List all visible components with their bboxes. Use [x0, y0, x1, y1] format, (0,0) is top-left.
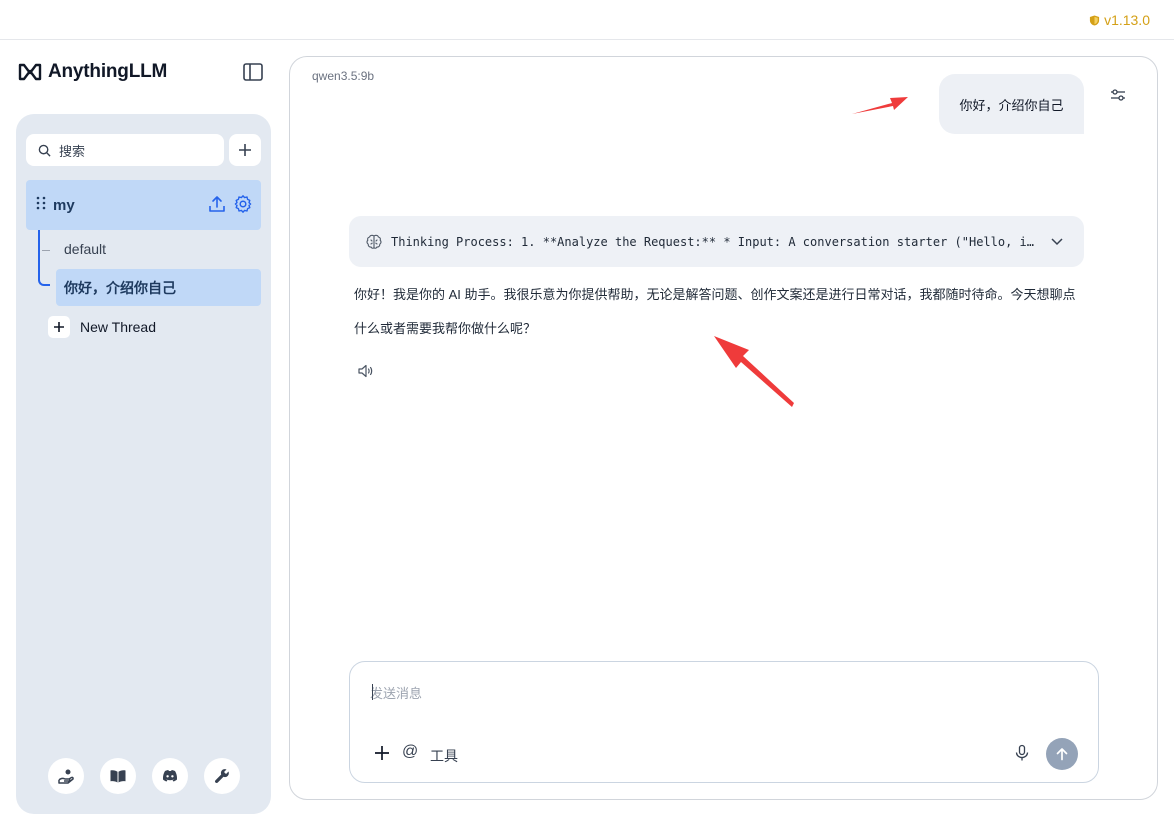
- gear-icon[interactable]: [233, 194, 253, 214]
- settings-wrench-button[interactable]: [204, 758, 240, 794]
- discord-icon: [162, 770, 178, 782]
- chevron-down-icon: [1051, 238, 1063, 246]
- speaker-icon[interactable]: [357, 362, 375, 380]
- workspace-name: my: [53, 197, 75, 214]
- annotation-arrow-reply: [714, 336, 794, 407]
- chat-settings-sliders-icon[interactable]: [1108, 85, 1128, 105]
- thinking-summary: Thinking Process: 1. **Analyze the Reque…: [391, 234, 1041, 249]
- docs-button[interactable]: [100, 758, 136, 794]
- microphone-icon[interactable]: [1013, 744, 1031, 762]
- annotation-arrow-user: [852, 97, 908, 114]
- logo: AnythingLLM: [18, 60, 167, 84]
- send-button[interactable]: [1046, 738, 1078, 770]
- thread-item-active[interactable]: 你好，介绍你自己: [56, 269, 261, 306]
- message-composer: @ 工具: [349, 661, 1099, 783]
- version-badge[interactable]: v1.13.0: [1089, 12, 1150, 28]
- thinking-process-toggle[interactable]: Thinking Process: 1. **Analyze the Reque…: [349, 216, 1084, 267]
- brain-icon: [366, 234, 382, 249]
- docs-book-icon: [110, 770, 126, 783]
- user-message-bubble: 你好，介绍你自己: [939, 74, 1084, 134]
- workspace-item-my[interactable]: my: [26, 180, 261, 230]
- sidebar: 搜索 my default 你好，介绍你自己 New Thread: [16, 114, 271, 814]
- search-box[interactable]: 搜索: [26, 134, 224, 166]
- mention-at-button[interactable]: @: [402, 743, 418, 761]
- user-message-text: 你好，介绍你自己: [959, 97, 1064, 113]
- text-caret: [372, 684, 373, 700]
- thread-item-default[interactable]: default: [64, 241, 106, 257]
- community-hub-icon: [58, 769, 74, 784]
- message-input[interactable]: [370, 682, 1070, 704]
- discord-button[interactable]: [152, 758, 188, 794]
- new-thread-button[interactable]: New Thread: [48, 316, 156, 338]
- chat-panel: qwen3.5:9b 你好，介绍你自己 Thinking Process: 1.…: [289, 56, 1158, 800]
- version-text: v1.13.0: [1104, 12, 1150, 28]
- anythingllm-logo-icon: [18, 63, 42, 81]
- add-workspace-button[interactable]: [229, 134, 261, 166]
- thread-tree-tick: [42, 250, 50, 251]
- thread-label: 你好，介绍你自己: [64, 279, 176, 296]
- sidebar-toggle-icon[interactable]: [242, 61, 264, 83]
- shield-icon: [1089, 14, 1100, 26]
- plus-icon: [239, 144, 251, 156]
- search-placeholder: 搜索: [59, 143, 86, 159]
- tools-button[interactable]: 工具: [430, 746, 458, 766]
- drag-handle-icon[interactable]: [35, 195, 47, 211]
- attach-plus-icon[interactable]: [374, 745, 390, 761]
- sidebar-footer: [48, 758, 240, 794]
- arrow-up-icon: [1056, 748, 1068, 761]
- community-hub-button[interactable]: [48, 758, 84, 794]
- upload-icon[interactable]: [207, 194, 227, 214]
- logo-text: AnythingLLM: [48, 61, 168, 82]
- wrench-icon: [214, 769, 229, 784]
- plus-icon: [48, 316, 70, 338]
- top-bar: v1.13.0: [0, 0, 1174, 40]
- thread-tree-line: [38, 230, 50, 286]
- search-icon: [38, 144, 51, 157]
- model-label: qwen3.5:9b: [312, 69, 375, 83]
- new-thread-label: New Thread: [80, 319, 157, 335]
- sidebar-header: AnythingLLM: [18, 58, 264, 88]
